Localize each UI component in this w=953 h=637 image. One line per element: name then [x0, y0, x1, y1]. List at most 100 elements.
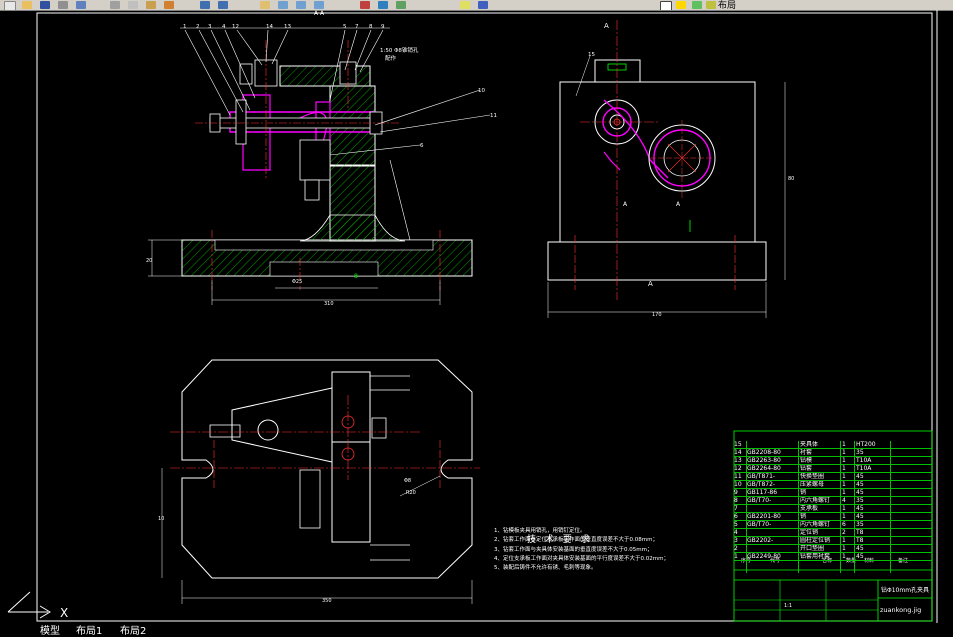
bom-cell-qty: 1: [842, 537, 846, 544]
layer-lock-icon[interactable]: [706, 1, 716, 9]
bom-cell-no: 8: [734, 497, 738, 504]
clamp-plate: [231, 387, 333, 463]
callout-10: 10: [478, 88, 485, 94]
svg-text:12: 12: [232, 24, 239, 30]
bom-grid-line: [854, 441, 855, 573]
dim-base-height: 20: [146, 258, 152, 264]
bom-cell-qty: 1: [842, 481, 846, 488]
undo-icon[interactable]: [200, 1, 210, 9]
bom-row: 11 GB/T871- 快换垫圈 1 45: [734, 473, 932, 481]
bom-cell-no: 10: [734, 481, 742, 488]
bom-cell-no: 6: [734, 513, 738, 520]
svg-text:A: A: [676, 201, 681, 208]
tech-item: 4、定位支承板工作面对夹具体安装基面的平行度误差不大于0.02mm；: [494, 555, 669, 562]
svg-text:1: 1: [183, 24, 187, 30]
bom-cell-name: 钻套用衬套: [800, 553, 831, 560]
drill-plate: [279, 65, 371, 87]
bom-row: 10 GB/T872- 压紧螺母 1 45: [734, 481, 932, 489]
bom-row: 5 GB/T70- 内六角螺钉 6 35: [734, 521, 932, 529]
bom-cell-mat: 35: [856, 497, 864, 504]
zoom-window-icon[interactable]: [296, 1, 306, 9]
cut-icon[interactable]: [110, 1, 120, 9]
save-icon[interactable]: [40, 1, 50, 9]
bom-cell-mat: 45: [856, 505, 864, 512]
taper-note2: 配作: [385, 54, 397, 62]
bom-row: 14 GB2208-80 衬套 1 35: [734, 449, 932, 457]
tech-item: 3、钻套工作面与夹具体安装基面的垂直度误差不大于0.05mm；: [494, 546, 653, 553]
drawing-canvas[interactable]: 310 20 A-A 8 Φ25 123 4 12 14 13 5 7 89 10 11…: [0, 10, 953, 623]
bom-cell-no: 12: [734, 465, 742, 472]
bom-cell-mat: T10A: [856, 457, 872, 464]
dim-side-width: 170: [652, 312, 662, 318]
pan-icon[interactable]: [260, 1, 270, 9]
copy-icon[interactable]: [128, 1, 138, 9]
bom-cell-name: 夹具体: [800, 441, 819, 448]
bom-cell-no: 5: [734, 521, 738, 528]
bom-cell-qty: 1: [842, 441, 846, 448]
side-body: [559, 81, 756, 243]
preview-icon[interactable]: [76, 1, 86, 9]
bom-cell-name: 压紧螺母: [800, 481, 825, 488]
layout-tabs: 模型 布局1 布局2: [0, 623, 953, 637]
paste-icon[interactable]: [146, 1, 156, 9]
bom-cell-name: 快换垫圈: [800, 473, 825, 480]
dim-plan-height: 10: [158, 516, 164, 522]
bom-cell-qty: 1: [842, 449, 846, 456]
side-view: A A A A 15 170 80: [547, 20, 794, 318]
bom-cell-qty: 2: [842, 529, 846, 536]
tool-palette-icon[interactable]: [396, 1, 406, 9]
bom-cell-code: GB/T871-: [747, 473, 776, 480]
bom-cell-no: 1: [734, 553, 738, 560]
bom-cell-no: 2: [734, 545, 738, 552]
bom-row: 3 GB2202- 圆柱定位销 1 T8: [734, 537, 932, 545]
bom-cell-qty: 1: [842, 513, 846, 520]
bom-grid-line: [890, 441, 891, 573]
open-folder-icon[interactable]: [22, 1, 32, 9]
bom-cell-code: GB2201-80: [747, 513, 781, 520]
bom-cell-name: 内六角螺钉: [800, 521, 831, 528]
ucs-icon: X: [7, 591, 68, 620]
properties-icon[interactable]: [360, 1, 370, 9]
design-center-icon[interactable]: [378, 1, 388, 9]
bom-cell-mat: HT200: [856, 441, 876, 448]
bom-row: 12 GB2264-80 钻套 1 T10A: [734, 465, 932, 473]
help-icon[interactable]: [478, 1, 488, 9]
bom-cell-qty: 1: [842, 465, 846, 472]
bom-cell-mat: T10A: [856, 465, 872, 472]
plan-outline: [181, 359, 473, 579]
layer-state-icon[interactable]: [692, 1, 702, 9]
tech-item: 1、钻模板夹具用销孔，用销钉定位。: [494, 528, 586, 534]
bom-cell-code: GB/T70-: [747, 497, 772, 504]
bom-cell-mat: 45: [856, 489, 864, 496]
linetype-icon[interactable]: [676, 1, 686, 9]
tech-item: 2、钻套工作面与定位支承板工作面的垂直度误差不大于0.08mm；: [494, 537, 658, 544]
title-scale: 1:1: [784, 603, 792, 609]
bom-cell-mat: T8: [856, 537, 864, 544]
bom-cell-mat: T8: [856, 529, 864, 536]
match-prop-icon[interactable]: [164, 1, 174, 9]
callout-11: 11: [490, 113, 497, 119]
redo-icon[interactable]: [218, 1, 228, 9]
layer-icon[interactable]: [460, 1, 470, 9]
bom-cell-mat: 35: [856, 521, 864, 528]
zoom-prev-icon[interactable]: [314, 1, 324, 9]
callout-15: 15: [588, 52, 595, 58]
bom-cell-name: 开口垫圈: [800, 545, 825, 552]
bom-cell-code: GB/T70-: [747, 521, 772, 528]
bom-cell-no: 11: [734, 473, 742, 480]
svg-text:9: 9: [381, 24, 385, 30]
svg-text:8: 8: [369, 24, 373, 30]
bom-row: 13 GB2263-80 钻模 1 T10A: [734, 457, 932, 465]
zoom-icon[interactable]: [278, 1, 288, 9]
section-label: A-A: [314, 10, 325, 17]
tech-requirements: 1、钻模板夹具用销孔，用销钉定位。 2、钻套工作面与定位支承板工作面的垂直度误差…: [494, 527, 734, 573]
svg-text:2: 2: [196, 24, 200, 30]
bom-grid-line: [746, 441, 747, 573]
bom-grid-line: [798, 441, 799, 573]
dim-front-width: 310: [324, 301, 334, 307]
svg-text:8: 8: [354, 273, 358, 280]
bom-cell-mat: 45: [856, 481, 864, 488]
print-icon[interactable]: [58, 1, 68, 9]
taper-note: 1:50 Φ8锥销孔: [380, 46, 419, 54]
bom-row: 1 GB2249-80 钻套用衬套 1 45: [734, 553, 932, 561]
